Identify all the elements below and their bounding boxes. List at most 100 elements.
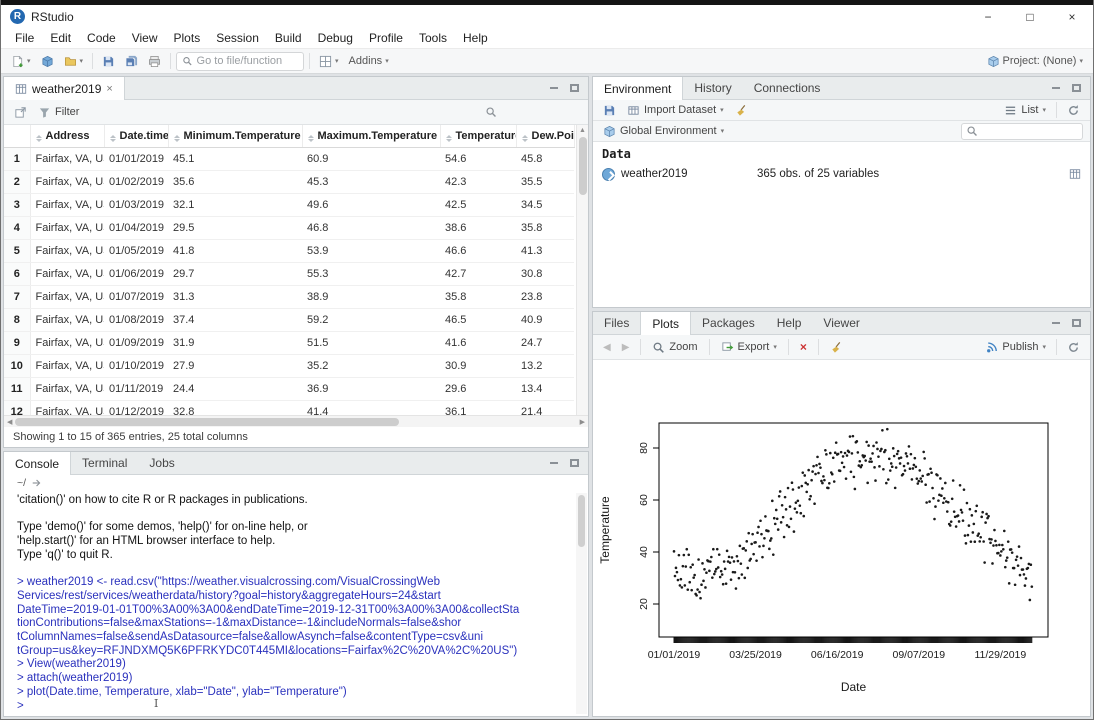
tab-packages[interactable]: Packages (691, 312, 766, 334)
tab-weather2019[interactable]: weather2019 × (4, 77, 125, 100)
maximize-pane-button[interactable] (568, 457, 581, 470)
tab-plots[interactable]: Plots (640, 312, 691, 335)
menu-code[interactable]: Code (79, 28, 124, 48)
table-row[interactable]: 10Fairfax, VA, US01/10/201927.935.230.91… (4, 354, 574, 377)
menu-help[interactable]: Help (455, 28, 496, 48)
menu-file[interactable]: File (7, 28, 42, 48)
column-header-dew-point[interactable]: Dew.Point (516, 125, 574, 147)
tab-viewer[interactable]: Viewer (812, 312, 870, 334)
next-plot-button[interactable]: ▶ (619, 342, 633, 353)
clear-environment-button[interactable] (732, 104, 751, 117)
tab-environment[interactable]: Environment (593, 77, 683, 100)
tab-files[interactable]: Files (593, 312, 640, 334)
tab-help[interactable]: Help (766, 312, 813, 334)
horizontal-scroll-thumb[interactable] (15, 418, 399, 426)
minimize-pane-button[interactable] (1049, 317, 1062, 330)
column-header-maximum-temperature[interactable]: Maximum.Temperature (302, 125, 440, 147)
table-row[interactable]: 5Fairfax, VA, US01/05/201941.853.946.641… (4, 239, 574, 262)
menu-edit[interactable]: Edit (42, 28, 79, 48)
maximize-window-button[interactable]: □ (1009, 5, 1051, 28)
horizontal-scrollbar[interactable]: ◀ ▶ (4, 415, 588, 427)
scroll-right-arrow[interactable]: ▶ (580, 418, 585, 426)
search-icon (485, 106, 497, 118)
list-view-button[interactable]: List ▾ (1001, 104, 1049, 117)
menu-tools[interactable]: Tools (411, 28, 455, 48)
table-row[interactable]: 11Fairfax, VA, US01/11/201924.436.929.61… (4, 377, 574, 400)
new-file-button[interactable]: ▾ (7, 51, 35, 71)
minimize-window-button[interactable]: − (967, 5, 1009, 28)
table-row[interactable]: 6Fairfax, VA, US01/06/201929.755.342.730… (4, 262, 574, 285)
export-plot-button[interactable]: Export ▾ (718, 341, 780, 354)
view-table-icon[interactable] (1069, 168, 1081, 180)
maximize-pane-button[interactable] (568, 82, 581, 95)
previous-plot-button[interactable]: ◀ (600, 342, 614, 353)
scroll-left-arrow[interactable]: ◀ (7, 418, 12, 426)
tab-terminal[interactable]: Terminal (71, 452, 138, 474)
print-button[interactable] (144, 51, 165, 71)
table-row[interactable]: 12Fairfax, VA, US01/12/201932.841.436.12… (4, 400, 574, 415)
save-button[interactable] (98, 51, 119, 71)
data-search-input[interactable] (501, 106, 577, 118)
column-header-minimum-temperature[interactable]: Minimum.Temperature (168, 125, 302, 147)
new-project-button[interactable] (37, 51, 58, 71)
table-row[interactable]: 7Fairfax, VA, US01/07/201931.338.935.823… (4, 285, 574, 308)
cell: 41.3 (516, 239, 574, 262)
maximize-pane-button[interactable] (1070, 82, 1083, 95)
save-workspace-button[interactable] (600, 104, 619, 117)
refresh-environment-button[interactable] (1064, 104, 1083, 117)
scroll-up-arrow[interactable]: ▲ (579, 127, 586, 135)
close-tab-icon[interactable]: × (106, 83, 112, 95)
menu-build[interactable]: Build (267, 28, 310, 48)
environment-scope-selector[interactable]: Global Environment ▾ (600, 125, 727, 138)
environment-object[interactable]: weather2019365 obs. of 25 variables (593, 163, 1090, 185)
project-label: Project: (None) (1003, 55, 1077, 67)
cell: Fairfax, VA, US (30, 262, 104, 285)
menu-debug[interactable]: Debug (310, 28, 361, 48)
cell: 01/01/2019 (104, 147, 168, 170)
menu-view[interactable]: View (124, 28, 166, 48)
import-dataset-button[interactable]: Import Dataset ▾ (624, 104, 727, 117)
tab-history[interactable]: History (683, 77, 742, 99)
close-window-button[interactable]: × (1051, 5, 1093, 28)
cell: 41.4 (302, 400, 440, 415)
table-row[interactable]: 3Fairfax, VA, US01/03/201932.149.642.534… (4, 193, 574, 216)
vertical-scroll-thumb[interactable] (579, 137, 587, 195)
zoom-plot-button[interactable]: Zoom (649, 341, 700, 354)
save-all-button[interactable] (121, 51, 142, 71)
column-header-date-time[interactable]: Date.time (104, 125, 168, 147)
column-header-temperature[interactable]: Temperature (440, 125, 516, 147)
working-directory-icon[interactable] (31, 477, 43, 489)
minimize-pane-button[interactable] (547, 82, 560, 95)
tab-connections[interactable]: Connections (743, 77, 832, 99)
menu-session[interactable]: Session (208, 28, 267, 48)
filter-button[interactable]: Filter (35, 106, 82, 119)
pane-layout-button[interactable]: ▾ (315, 51, 343, 71)
minimize-pane-button[interactable] (1049, 82, 1062, 95)
popout-view-button[interactable] (11, 106, 30, 119)
menu-profile[interactable]: Profile (361, 28, 411, 48)
maximize-pane-button[interactable] (1070, 317, 1083, 330)
tab-console[interactable]: Console (4, 452, 71, 475)
vertical-scrollbar[interactable]: ▲ (576, 125, 588, 415)
minimize-pane-button[interactable] (547, 457, 560, 470)
table-row[interactable]: 9Fairfax, VA, US01/09/201931.951.541.624… (4, 331, 574, 354)
remove-plot-button[interactable]: × (797, 340, 810, 354)
goto-file-input[interactable] (197, 55, 299, 67)
open-file-button[interactable]: ▾ (60, 51, 88, 71)
project-selector[interactable]: Project: (None) ▾ (983, 51, 1088, 71)
table-row[interactable]: 8Fairfax, VA, US01/08/201937.459.246.540… (4, 308, 574, 331)
tab-jobs[interactable]: Jobs (138, 452, 185, 474)
clear-plots-button[interactable] (827, 341, 846, 354)
addins-button[interactable]: Addins ▾ (345, 51, 393, 71)
publish-button[interactable]: Publish ▾ (982, 341, 1049, 354)
table-row[interactable]: 4Fairfax, VA, US01/04/201929.546.838.635… (4, 216, 574, 239)
table-row[interactable]: 1Fairfax, VA, US01/01/201945.160.954.645… (4, 147, 574, 170)
column-header-address[interactable]: Address (30, 125, 104, 147)
console-output[interactable]: I 'citation()' on how to cite R or R pac… (4, 491, 588, 716)
console-scrollbar[interactable] (576, 493, 587, 714)
console-scroll-thumb[interactable] (578, 495, 585, 547)
menu-plots[interactable]: Plots (166, 28, 209, 48)
refresh-plot-button[interactable] (1064, 341, 1083, 354)
table-row[interactable]: 2Fairfax, VA, US01/02/201935.645.342.335… (4, 170, 574, 193)
environment-search-input[interactable] (982, 125, 1078, 137)
